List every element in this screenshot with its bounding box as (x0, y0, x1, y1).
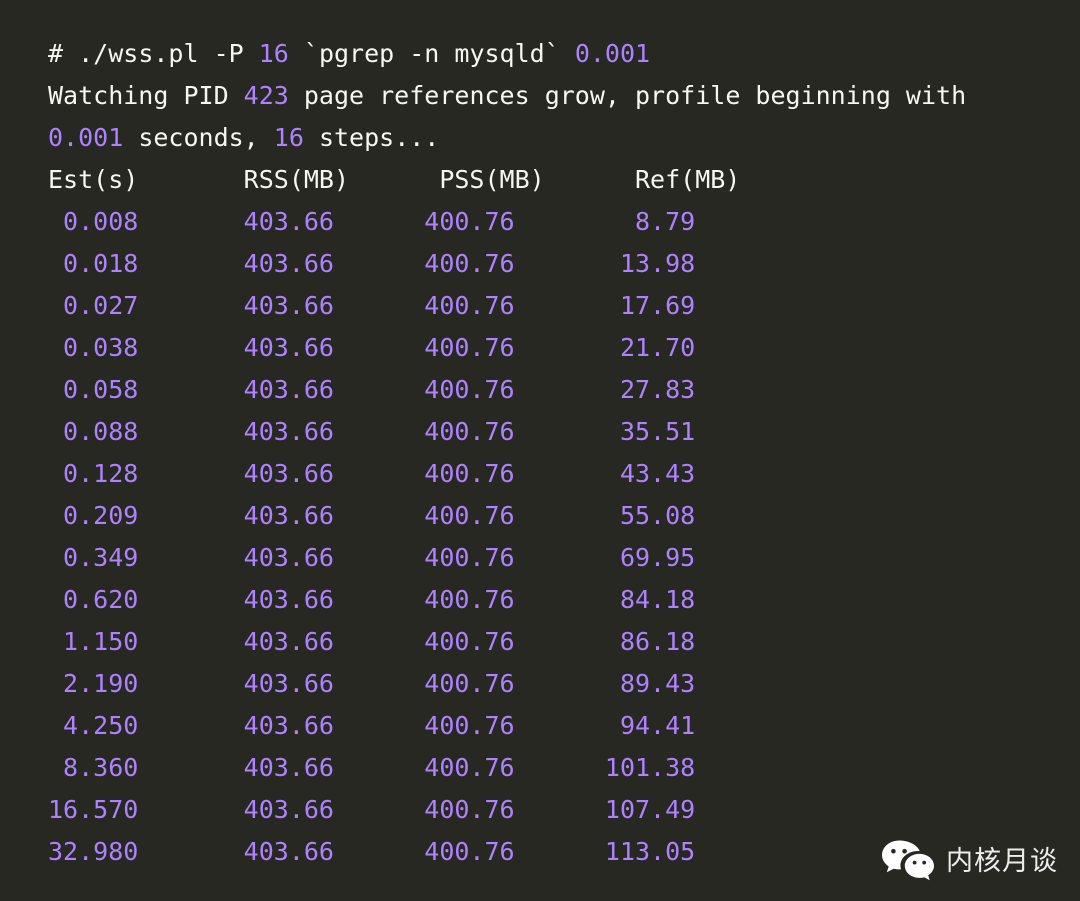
table-row: 4.250 403.66 400.76 94.41 (48, 711, 696, 740)
status-interval-value: 0.001 (48, 123, 124, 152)
table-body: 0.008 403.66 400.76 8.79 0.018 403.66 40… (48, 201, 1080, 873)
command-text-b: `pgrep -n mysqld` (288, 39, 575, 68)
command-arg-interval: 0.001 (574, 39, 651, 68)
command-line: # ./wss.pl -P 16 `pgrep -n mysqld` 0.001 (48, 33, 1080, 75)
table-row: 0.018 403.66 400.76 13.98 (48, 249, 696, 278)
table-row: 1.150 403.66 400.76 86.18 (48, 627, 696, 656)
command-text-a: ./wss.pl -P (78, 39, 259, 68)
table-row: 0.620 403.66 400.76 84.18 (48, 585, 696, 614)
status-text-steps: steps... (303, 123, 440, 152)
status-text-a: Watching PID (48, 81, 244, 110)
table-row: 2.190 403.66 400.76 89.43 (48, 669, 696, 698)
table-row: 0.038 403.66 400.76 21.70 (48, 333, 696, 362)
table-row: 8.360 403.66 400.76 101.38 (48, 753, 696, 782)
status-text-seconds: seconds, (123, 123, 274, 152)
terminal-window: # ./wss.pl -P 16 `pgrep -n mysqld` 0.001… (0, 0, 1080, 901)
table-row: 0.209 403.66 400.76 55.08 (48, 501, 696, 530)
status-steps-value: 16 (273, 123, 304, 152)
shell-prompt: # (48, 39, 79, 68)
status-pid-value: 423 (243, 81, 289, 110)
table-row: 0.058 403.66 400.76 27.83 (48, 375, 696, 404)
table-header-row: Est(s) RSS(MB) PSS(MB) Ref(MB) (48, 165, 741, 194)
table-row: 0.008 403.66 400.76 8.79 (48, 207, 696, 236)
table-row: 0.128 403.66 400.76 43.43 (48, 459, 696, 488)
watermark-label: 内核月谈 (946, 845, 1058, 877)
table-row: 0.027 403.66 400.76 17.69 (48, 291, 696, 320)
wechat-logo-icon (882, 840, 934, 881)
table-row: 16.570 403.66 400.76 107.49 (48, 795, 696, 824)
status-line-profile: 0.001 seconds, 16 steps... (48, 117, 1080, 159)
status-line-watching: Watching PID 423 page references grow, p… (48, 75, 1080, 117)
watermark: 内核月谈 (881, 839, 1058, 883)
table-row: 0.349 403.66 400.76 69.95 (48, 543, 696, 572)
table-row: 0.088 403.66 400.76 35.51 (48, 417, 696, 446)
status-text-b: page references grow, profile beginning … (288, 81, 967, 110)
command-arg-steps: 16 (258, 39, 289, 68)
